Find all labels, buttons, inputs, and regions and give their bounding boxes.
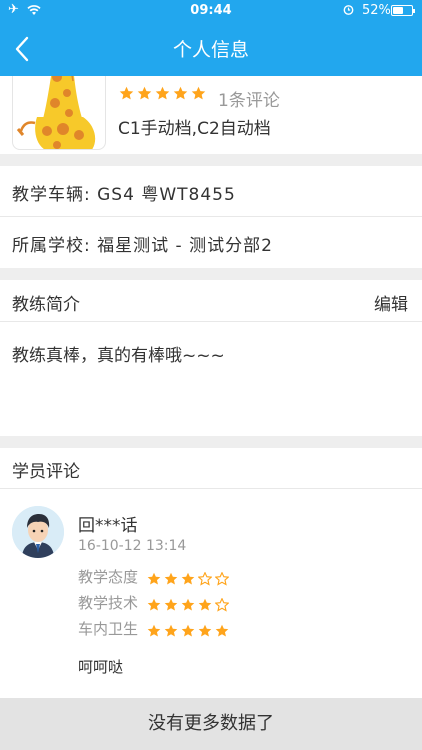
star-filled-icon	[164, 572, 178, 585]
comment-body: 呵呵哒	[78, 658, 124, 676]
star-filled-icon	[198, 624, 212, 637]
rating-attitude: 教学态度	[78, 566, 229, 587]
rating-skill: 教学技术	[78, 592, 229, 613]
star-filled-icon	[173, 86, 188, 100]
coach-info: 教学车辆: GS4 粤WT8455 所属学校: 福星测试 - 测试分部2	[0, 166, 422, 268]
student-avatar-icon	[12, 506, 64, 558]
rating-stars	[147, 571, 229, 586]
star-empty-icon	[197, 571, 212, 586]
star-filled-icon	[119, 86, 134, 100]
star-filled-icon	[181, 598, 195, 611]
license-types: C1手动档,C2自动档	[118, 119, 271, 139]
star-filled-icon	[191, 86, 206, 100]
screen: ✈ 09:44 52% 个人信息 1条评论 C1手动档,C2自动档 教学车辆: …	[0, 0, 422, 750]
no-more-data: 没有更多数据了	[0, 698, 422, 750]
intro-heading: 教练简介	[12, 295, 80, 315]
star-filled-icon	[147, 572, 161, 585]
star-empty-icon	[214, 571, 229, 586]
alarm-icon	[343, 5, 354, 15]
page-title: 个人信息	[172, 39, 249, 61]
top-bar: ✈ 09:44 52% 个人信息	[0, 0, 422, 76]
school-info: 所属学校: 福星测试 - 测试分部2	[12, 236, 273, 256]
star-filled-icon	[181, 624, 195, 637]
star-filled-icon	[147, 598, 161, 611]
star-filled-icon	[164, 624, 178, 637]
star-filled-icon	[147, 624, 161, 637]
intro-text: 教练真棒，真的有棒哦~~~	[12, 346, 225, 366]
rating-stars	[147, 624, 229, 638]
battery-percent: 52%	[362, 3, 391, 18]
comments-heading: 学员评论	[12, 462, 80, 482]
rating-label: 车内卫生	[78, 620, 139, 638]
coach-rating-stars	[119, 86, 206, 101]
battery-icon	[391, 5, 415, 16]
star-empty-icon	[214, 597, 229, 612]
star-filled-icon	[181, 572, 195, 585]
star-filled-icon	[137, 86, 152, 100]
edit-button[interactable]: 编辑	[374, 290, 408, 315]
review-count[interactable]: 1条评论	[218, 86, 280, 111]
comment-time: 16-10-12 13:14	[78, 538, 187, 554]
student-comments: 学员评论 回***话 16-10-12 13:14 教学态度 教学技术 车内卫生…	[0, 448, 422, 698]
rating-hygiene: 车内卫生	[78, 618, 229, 639]
status-bar: ✈ 09:44 52%	[0, 0, 422, 22]
vehicle-info: 教学车辆: GS4 粤WT8455	[12, 185, 236, 205]
avatar	[12, 506, 64, 558]
coach-intro: 教练简介 编辑 教练真棒，真的有棒哦~~~	[0, 280, 422, 436]
rating-stars	[147, 597, 229, 612]
giraffe-icon	[16, 69, 96, 149]
star-filled-icon	[198, 598, 212, 611]
comment-user: 回***话	[78, 516, 138, 536]
star-filled-icon	[215, 624, 229, 637]
coach-avatar	[12, 68, 106, 150]
divider	[0, 321, 422, 322]
divider	[0, 488, 422, 489]
star-filled-icon	[164, 598, 178, 611]
divider	[0, 216, 422, 217]
rating-label: 教学技术	[78, 594, 139, 612]
rating-label: 教学态度	[78, 568, 139, 586]
star-filled-icon	[155, 86, 170, 100]
status-time: 09:44	[190, 3, 232, 18]
nav-bar: 个人信息	[0, 22, 422, 76]
